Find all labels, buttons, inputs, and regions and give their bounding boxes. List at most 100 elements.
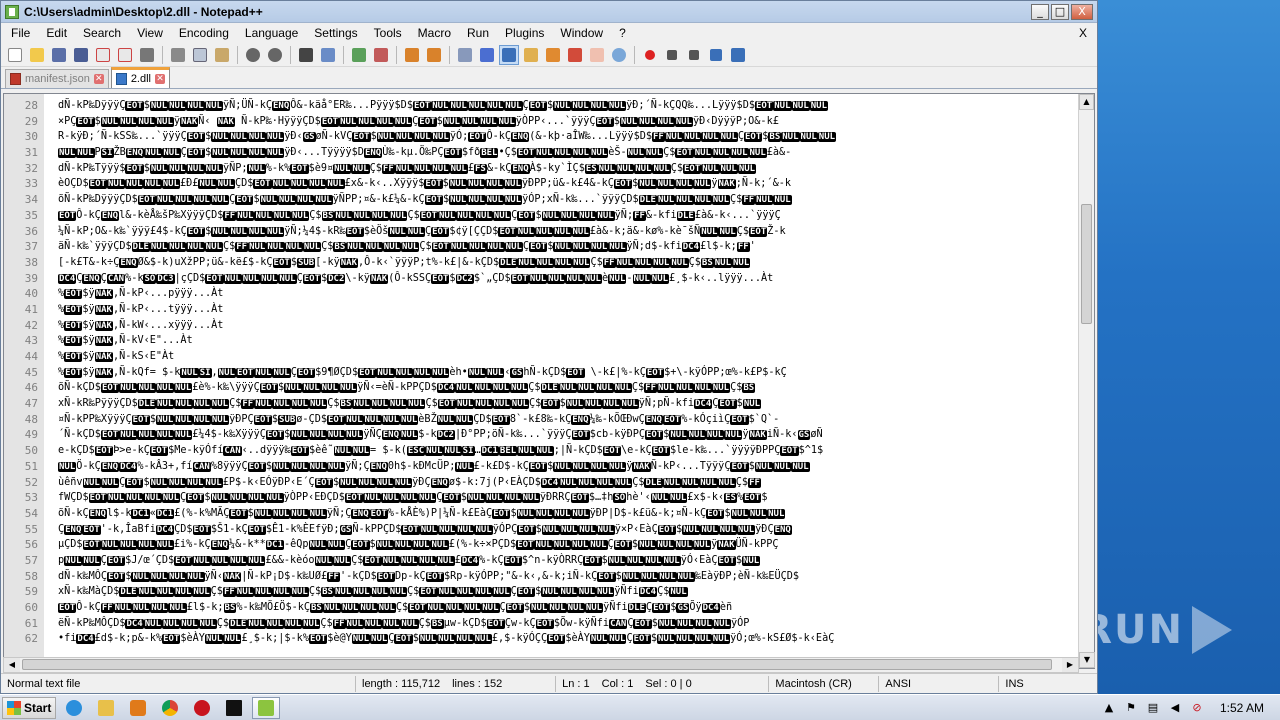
text-line[interactable]: e-kÇD$EOTÞ>e-kÇEOT$Me-kÿÓfíCAN‹..dÿÿÿ‰EO… [58,443,1078,459]
menu-edit[interactable]: Edit [38,26,75,40]
text-line[interactable]: ÇENQ EOT'-k,ÎaBfiDC4ÇD$EOT$Š1-kÇEOT$Ê1-k%… [58,522,1078,538]
find-button[interactable] [296,45,316,65]
text-line[interactable]: %EOT$ÿNAK,Ñ-kV‹E"...Àt [58,333,1078,349]
menu-plugins[interactable]: Plugins [497,26,552,40]
menu-file[interactable]: File [3,26,38,40]
scroll-left-icon[interactable]: ◀ [4,658,20,672]
copy-button[interactable] [190,45,210,65]
flag-icon[interactable]: ⚑ [1124,701,1138,715]
text-line[interactable]: ¤Ñ-kPP‰XÿÿÿÇEOT$NUL NUL NUL NULÿÐPÇEOT$SUBø… [58,412,1078,428]
menu-run[interactable]: Run [459,26,497,40]
new-file-button[interactable] [5,45,25,65]
text-line[interactable]: ëÑ-kP‰MÔÇD$DC4 NUL NUL NUL NULÇ$DLE NUL NUL NUL… [58,616,1078,632]
menu-window[interactable]: Window [552,26,611,40]
save-macro-button[interactable] [728,45,748,65]
save-button[interactable] [49,45,69,65]
menu-search[interactable]: Search [75,26,129,40]
replace-button[interactable] [318,45,338,65]
sync-horizontal-button[interactable] [424,45,444,65]
text-line[interactable]: ¼Ñ-kP;O&-k‰`ÿÿÿ£4$-kÇEOT$NUL NUL NUL NULÿÑ;… [58,224,1078,240]
tab-2-dll[interactable]: 2.dll ✕ [110,67,170,88]
text-line[interactable]: %EOT$ÿNAK,Ñ-kQf= $-kNUL SI,NUL EOT NUL NULÇE… [58,365,1078,381]
security-tray-icon[interactable]: ⊘ [1190,701,1204,715]
text-line[interactable]: èOÇD$EOT NUL NUL NUL NUL£Ð£NUL NULÇD$EOT NUL NU… [58,176,1078,192]
text-line[interactable]: %EOT$ÿNAK,Ñ-kP‹...pÿÿÿ...Àt [58,286,1078,302]
folder-workspace-button[interactable] [587,45,607,65]
taskbar-ie[interactable] [60,697,88,719]
text-line[interactable]: NULÖ-kÇENQ DC4%-kÂ3+,fíCAN%8ÿÿÿÇEOT$NUL NU… [58,459,1078,475]
minimize-button[interactable]: _ [1031,3,1049,20]
menu-help[interactable]: ? [611,26,634,40]
title-bar[interactable]: C:\Users\admin\Desktop\2.dll - Notepad++… [1,1,1097,23]
text-line[interactable]: dÑ-kP‰Tÿÿÿ$EOT$NUL NUL NUL NULÿÑP;NUL%-k%EO… [58,161,1078,177]
scroll-down-icon[interactable]: ▼ [1079,652,1095,668]
zoom-in-button[interactable] [349,45,369,65]
menu-tools[interactable]: Tools [366,26,410,40]
close-button[interactable]: X [1071,3,1093,20]
text-line[interactable]: ´Ñ-kÇD$EOT NUL NUL NUL NUL£¼4$-k‰XÿÿÿÇEOT$NU… [58,427,1078,443]
doc-map-button[interactable] [543,45,563,65]
text-line[interactable]: DC4ÇENQÇCAN%-kSO DC3|çÇD$EOT NUL NUL NUL NULÇ… [58,271,1078,287]
close-document-button[interactable]: X [1079,26,1087,40]
record-macro-button[interactable] [640,45,660,65]
stop-macro-button[interactable] [662,45,682,65]
taskbar-media-player[interactable] [124,697,152,719]
text-line[interactable]: õÑ-kP‰DÿÿÿÇD$EOT NUL NUL NUL NULÇEOT$NUL NUL N… [58,192,1078,208]
function-list-button[interactable] [565,45,585,65]
text-line[interactable]: %EOT$ÿNAK,Ñ-kS‹E"Àt [58,349,1078,365]
menu-encoding[interactable]: Encoding [171,26,237,40]
taskbar-cmd[interactable] [220,697,248,719]
text-line[interactable]: NUL NULPSIŽBENQ NUL NULÇEOT$NUL NUL NUL NULÿÐ‹… [58,145,1078,161]
close-file-button[interactable] [93,45,113,65]
scroll-up-icon[interactable]: ▲ [1079,94,1094,110]
menu-macro[interactable]: Macro [410,26,459,40]
close-tab-icon[interactable]: ✕ [155,74,165,84]
text-line[interactable]: EOTÔ-kÇFF NUL NUL NUL NUL£l$-k;BS%-k‰MÕ£Ö$-k… [58,600,1078,616]
text-line[interactable]: dÑ-k‰MÔÇEOT$NUL NUL NUL NULÿÑ‹NAK|Ñ-kP¡D$-k… [58,569,1078,585]
undo-button[interactable] [243,45,263,65]
horizontal-scrollbar[interactable]: ◀ ▶ [3,657,1079,673]
text-line[interactable]: xÑ-kR‰PÿÿÿÇD$DLE NUL NUL NUL NULÇ$FF NUL NUL NU… [58,396,1078,412]
text-line[interactable]: EOTÔ-kÇENQl&-kèÅ‰šP‰XÿÿÿÇD$FF NUL NUL NUL NU… [58,208,1078,224]
save-all-button[interactable] [71,45,91,65]
word-wrap-button[interactable] [455,45,475,65]
text-line[interactable]: %EOT$ÿNAK,Ñ-kP‹...tÿÿÿ...Àt [58,302,1078,318]
clock[interactable]: 1:52 AM [1212,701,1272,715]
text-line[interactable]: dÑ-kP‰DÿÿÿÇEOT$NUL NUL NUL NULÿÑ;ÜÑ-kÇENQÔ&… [58,98,1078,114]
tab-manifest-json[interactable]: manifest.json ✕ [5,69,109,88]
text-line[interactable]: %EOT$ÿNAK,Ñ-kW‹...xÿÿÿ...Àt [58,318,1078,334]
play-macro-button[interactable] [684,45,704,65]
editor-pane[interactable]: 28 29 30 31 32 33 34 35 36 37 38 39 40 41 42 43 44 45 46 47… [3,93,1095,669]
text-line[interactable]: õÑ-kÇENQl$-kDC1«DC1£(%-k%MÃÇEOT$NUL NUL NU… [58,506,1078,522]
vertical-scroll-thumb[interactable] [1081,204,1092,324]
close-tab-icon[interactable]: ✕ [93,74,104,84]
text-line[interactable]: xÑ-k‰MàÇD$DLE NUL NUL NUL NULÇ$FF NUL NUL NUL NU… [58,584,1078,600]
vertical-scrollbar[interactable]: ▲ ▼ [1078,94,1095,668]
text-line[interactable]: R-kÿÐ;´Ñ-kSS‰...`ÿÿÿÇEOT$NUL NUL NUL NULÿÐ‹… [58,129,1078,145]
text-line[interactable]: ×PÇEOT$NUL NUL NUL NULÿNAKÑ‹ NAK Ñ-kP‰·Hÿÿÿ… [58,114,1078,130]
text-line[interactable]: äÑ-k‰`ÿÿÿÇD$DLE NUL NUL NUL NULÇ$FF NUL NUL NUL… [58,239,1078,255]
redo-button[interactable] [265,45,285,65]
menu-settings[interactable]: Settings [306,26,365,40]
taskbar-notepadpp[interactable] [252,696,280,719]
indent-guide-button[interactable] [499,44,519,65]
maximize-button[interactable]: □ [1051,3,1069,20]
monitoring-button[interactable] [609,45,629,65]
text-line[interactable]: pNUL NULÇEOT$J/œ´ÇD$EOT NUL NUL NUL NUL£&&-kè… [58,553,1078,569]
horizontal-scroll-thumb[interactable] [22,659,1052,670]
print-button[interactable] [137,45,157,65]
menu-language[interactable]: Language [237,26,306,40]
taskbar-security-app[interactable] [188,697,216,719]
menu-view[interactable]: View [129,26,171,40]
text-line[interactable]: µÇD$EOT NUL NUL NUL NUL£i%-kÇENQ¼&-k**DC1-êQ… [58,537,1078,553]
paste-button[interactable] [212,45,232,65]
volume-icon[interactable]: ◀ [1168,701,1182,715]
taskbar-explorer[interactable] [92,697,120,719]
taskbar-chrome[interactable] [156,697,184,719]
scroll-right-icon[interactable]: ▶ [1062,658,1078,672]
text-line[interactable]: ùêñvNUL NULÇEOT$NUL NUL NUL NUL£P$-k‹EÓÿÐP‹E… [58,475,1078,491]
sync-vertical-button[interactable] [402,45,422,65]
run-macro-multiple-button[interactable] [706,45,726,65]
open-file-button[interactable] [27,45,47,65]
network-icon[interactable]: ▤ [1146,701,1160,715]
